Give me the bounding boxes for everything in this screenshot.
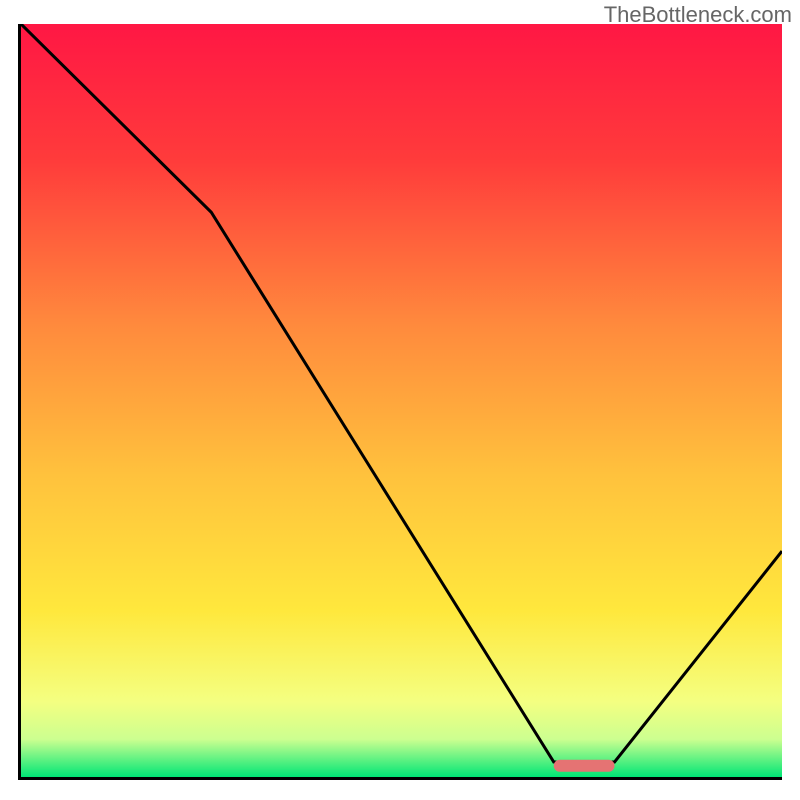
optimal-range-marker — [554, 760, 615, 772]
watermark-text: TheBottleneck.com — [604, 2, 792, 28]
chart-container — [18, 24, 782, 780]
bottleneck-chart — [21, 24, 782, 777]
